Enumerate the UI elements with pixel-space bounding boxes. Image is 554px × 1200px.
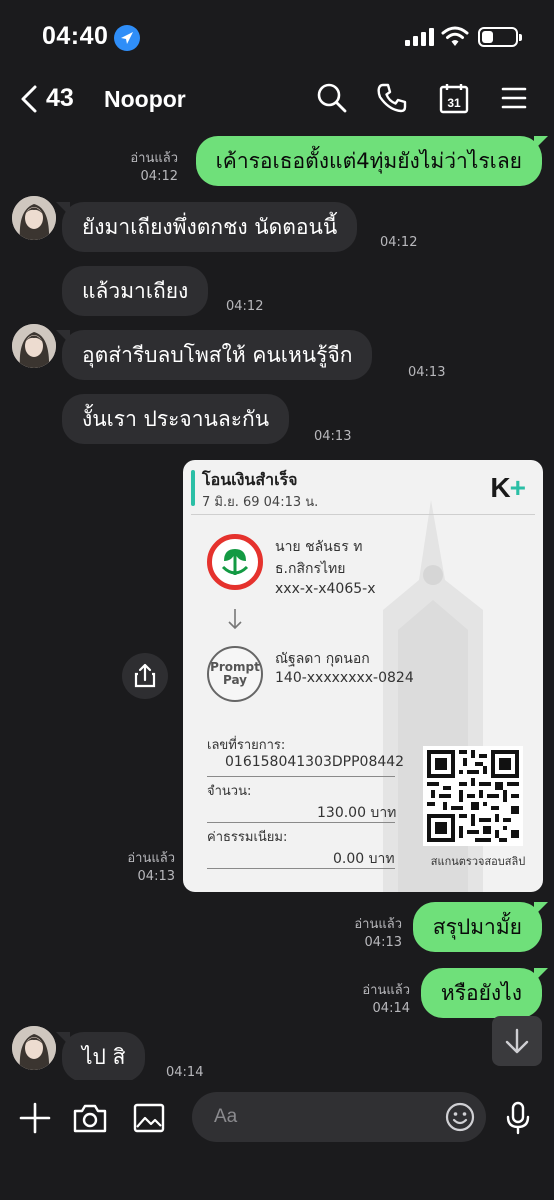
message-time: 04:13 xyxy=(408,365,446,380)
incoming-message[interactable]: ไป สิ xyxy=(56,1032,146,1080)
arrow-down-icon xyxy=(505,1028,529,1054)
contact-avatar[interactable] xyxy=(12,1026,56,1070)
sender-name: นาย ชลันธร ท xyxy=(275,539,363,555)
transfer-slip-image[interactable]: โอนเงินสำเร็จ 7 มิ.ย. 69 04:13 น. K+ นาย… xyxy=(183,460,543,892)
fee-label: ค่าธรรมเนียม: xyxy=(207,830,288,845)
receiver-name: ณัฐลดา กุดนอก xyxy=(275,651,370,667)
message-text: ไป สิ xyxy=(82,1045,126,1069)
incoming-message[interactable]: งั้นเรา ประจานละกัน xyxy=(62,394,290,444)
location-arrow-icon xyxy=(114,25,140,51)
search-icon[interactable] xyxy=(316,82,348,114)
share-icon xyxy=(134,663,156,688)
contact-avatar[interactable] xyxy=(12,196,56,240)
incoming-message[interactable]: ยังมาเถียงพึ่งตกชง นัดตอนนี้ xyxy=(56,202,358,252)
promptpay-logo: Prompt Pay xyxy=(207,646,263,702)
read-label: อ่านแล้ว xyxy=(127,851,175,866)
read-label: อ่านแล้ว xyxy=(362,983,410,998)
qr-code[interactable] xyxy=(423,746,523,846)
message-text: หรือยังไง xyxy=(440,981,522,1005)
message-time: 04:14 xyxy=(372,1001,410,1016)
message-list[interactable]: อ่านแล้ว 04:12 เค้ารอเธอตั้งแต่4ทุ่มยังไ… xyxy=(0,128,554,1080)
message-time: 04:12 xyxy=(226,299,264,314)
chat-header: 43 Noopor 31 xyxy=(0,72,554,128)
contact-name[interactable]: Noopor xyxy=(104,86,186,113)
message-time: 04:13 xyxy=(364,935,402,950)
incoming-message[interactable]: แล้วมาเถียง xyxy=(62,266,209,316)
reference-label: เลขที่รายการ: xyxy=(207,738,286,753)
sender-bank: ธ.กสิกรไทย xyxy=(275,561,346,577)
microphone-icon[interactable] xyxy=(500,1100,536,1136)
message-text: แล้วมาเถียง xyxy=(82,279,189,303)
message-text: อุตส่ารีบลบโพสให้ คนเหนรู้จีก xyxy=(82,343,353,367)
message-time: 04:13 xyxy=(137,869,175,884)
fee-value: 0.00 บาท xyxy=(333,851,395,867)
kplus-logo: K+ xyxy=(490,472,526,503)
message-text: สรุปมามั้ย xyxy=(432,915,522,939)
wifi-icon xyxy=(441,24,469,52)
phone-call-icon[interactable] xyxy=(376,82,408,114)
share-button[interactable] xyxy=(122,653,168,699)
message-time: 04:13 xyxy=(314,429,352,444)
slip-date: 7 มิ.ย. 69 04:13 น. xyxy=(202,495,319,510)
read-receipt: อ่านแล้ว 04:14 xyxy=(362,982,410,1018)
read-receipt: อ่านแล้ว 04:12 xyxy=(130,150,178,186)
slip-title: โอนเงินสำเร็จ xyxy=(202,470,298,489)
message-time: 04:12 xyxy=(380,235,418,250)
cellular-signal-icon xyxy=(405,28,435,46)
message-time: 04:12 xyxy=(140,169,178,184)
contact-avatar[interactable] xyxy=(12,324,56,368)
incoming-message[interactable]: อุตส่ารีบลบโพสให้ คนเหนรู้จีก xyxy=(56,330,373,380)
read-label: อ่านแล้ว xyxy=(354,917,402,932)
qr-caption: สแกนตรวจสอบสลิป xyxy=(430,855,526,868)
sender-account: xxx-x-x4065-x xyxy=(275,581,376,597)
outgoing-message[interactable]: เค้ารอเธอตั้งแต่4ทุ่มยังไม่ว่าไรเลย xyxy=(195,136,548,186)
image-gallery-icon[interactable] xyxy=(131,1100,167,1136)
message-text: ยังมาเถียงพึ่งตกชง นัดตอนนี้ xyxy=(82,215,338,239)
amount-value: 130.00 บาท xyxy=(317,805,397,821)
message-input-bar xyxy=(0,1080,554,1200)
outgoing-message[interactable]: สรุปมามั้ย xyxy=(412,902,548,952)
read-receipt: อ่านแล้ว 04:13 xyxy=(354,916,402,952)
kbank-logo xyxy=(207,534,263,590)
reference-number: 016158041303DPP08442 xyxy=(225,754,405,770)
menu-icon[interactable] xyxy=(498,82,530,114)
unread-count[interactable]: 43 xyxy=(46,84,74,113)
plus-icon[interactable] xyxy=(17,1100,53,1136)
receiver-account: 140-xxxxxxxx-0824 xyxy=(275,670,414,686)
battery-icon xyxy=(478,27,522,47)
message-text: เค้ารอเธอตั้งแต่4ทุ่มยังไม่ว่าไรเลย xyxy=(215,149,522,173)
read-label: อ่านแล้ว xyxy=(130,151,178,166)
read-receipt: อ่านแล้ว 04:13 xyxy=(127,850,175,886)
chevron-left-icon xyxy=(21,85,37,113)
status-bar: 04:40 xyxy=(0,0,554,72)
message-input[interactable] xyxy=(192,1092,486,1142)
emoji-icon[interactable] xyxy=(444,1101,476,1133)
message-text: งั้นเรา ประจานละกัน xyxy=(82,407,270,431)
calendar-day: 31 xyxy=(447,96,461,110)
camera-icon[interactable] xyxy=(72,1100,108,1136)
arrow-down-icon xyxy=(227,608,243,634)
scroll-to-bottom-button[interactable] xyxy=(492,1016,542,1066)
outgoing-message[interactable]: หรือยังไง xyxy=(420,968,548,1018)
message-time: 04:14 xyxy=(166,1065,204,1080)
back-button[interactable] xyxy=(18,84,46,114)
calendar-icon[interactable]: 31 xyxy=(438,82,470,114)
status-time: 04:40 xyxy=(42,22,109,50)
amount-label: จำนวน: xyxy=(207,784,252,799)
